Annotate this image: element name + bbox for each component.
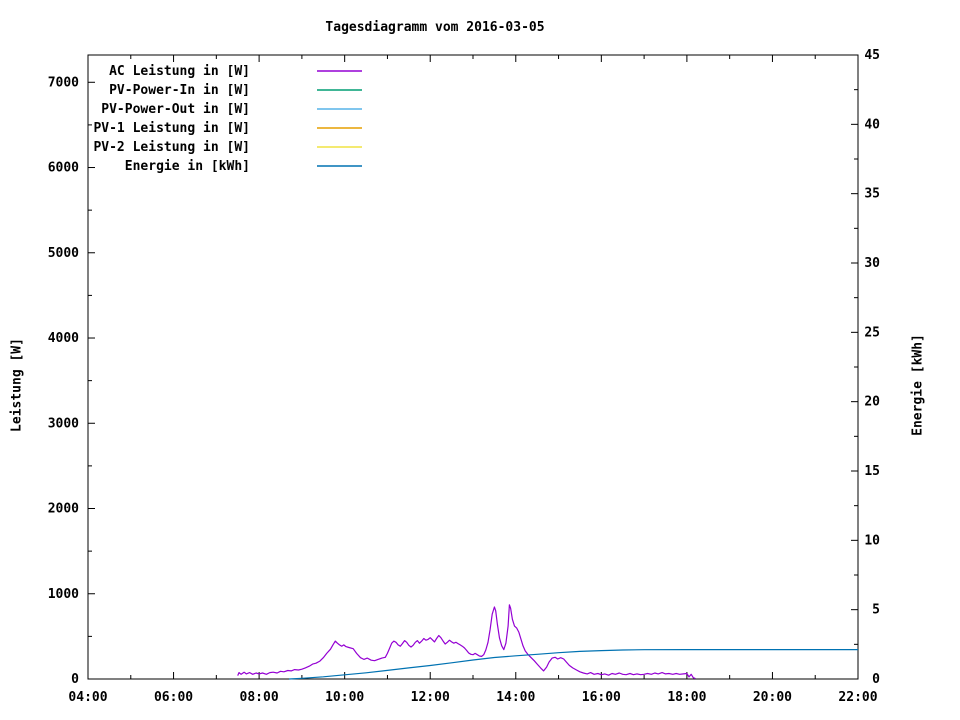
y2-tick-label: 0 <box>872 672 880 687</box>
y2-tick-label: 20 <box>864 395 880 410</box>
y2-tick-label: 15 <box>864 464 880 479</box>
x-tick-label: 08:00 <box>240 690 279 705</box>
gnuplot-day-diagram: Tagesdiagramm vom 2016-03-05 Leistung [W… <box>0 0 960 720</box>
x-tick-label: 10:00 <box>325 690 364 705</box>
legend-label: Energie in [kWh] <box>125 159 250 174</box>
y1-tick-label: 4000 <box>48 331 79 346</box>
y1-tick-label: 7000 <box>48 75 79 90</box>
legend-label: AC Leistung in [W] <box>109 64 250 79</box>
x-tick-label: 18:00 <box>667 690 706 705</box>
y1-tick-label: 6000 <box>48 161 79 176</box>
y1-tick-label: 3000 <box>48 416 79 431</box>
x-tick-label: 14:00 <box>496 690 535 705</box>
plot-area: 04:00 06:00 08:00 10:00 12:00 14:00 16:00 18:00… <box>48 48 880 705</box>
y1-tick-label: 2000 <box>48 502 79 517</box>
y1-tick-label: 5000 <box>48 246 79 261</box>
y2-tick-label: 5 <box>872 603 880 618</box>
x-tick-label: 04:00 <box>68 690 107 705</box>
series-ac-leistung-in-w- <box>237 604 696 680</box>
y2-tick-label: 10 <box>864 533 880 548</box>
y2-tick-label: 40 <box>864 117 880 132</box>
legend-label: PV-2 Leistung in [W] <box>93 140 250 155</box>
y2-tick-label: 25 <box>864 325 880 340</box>
y1-tick-label: 0 <box>71 672 79 687</box>
chart-title: Tagesdiagramm vom 2016-03-05 <box>325 20 545 35</box>
y2-tick-label: 45 <box>864 48 880 63</box>
x-tick-label: 22:00 <box>838 690 877 705</box>
y1-axis-label: Leistung [W] <box>9 338 25 432</box>
x-tick-label: 16:00 <box>582 690 621 705</box>
x-tick-label: 12:00 <box>411 690 450 705</box>
legend-label: PV-Power-In in [W] <box>109 83 250 98</box>
y2-tick-label: 35 <box>864 187 880 202</box>
y1-tick-label: 1000 <box>48 587 79 602</box>
x-tick-label: 20:00 <box>753 690 792 705</box>
legend-label: PV-1 Leistung in [W] <box>93 121 250 136</box>
x-tick-label: 06:00 <box>154 690 193 705</box>
legend-label: PV-Power-Out in [W] <box>101 102 250 117</box>
y2-tick-label: 30 <box>864 256 880 271</box>
y2-axis-label: Energie [kWh] <box>910 334 926 436</box>
